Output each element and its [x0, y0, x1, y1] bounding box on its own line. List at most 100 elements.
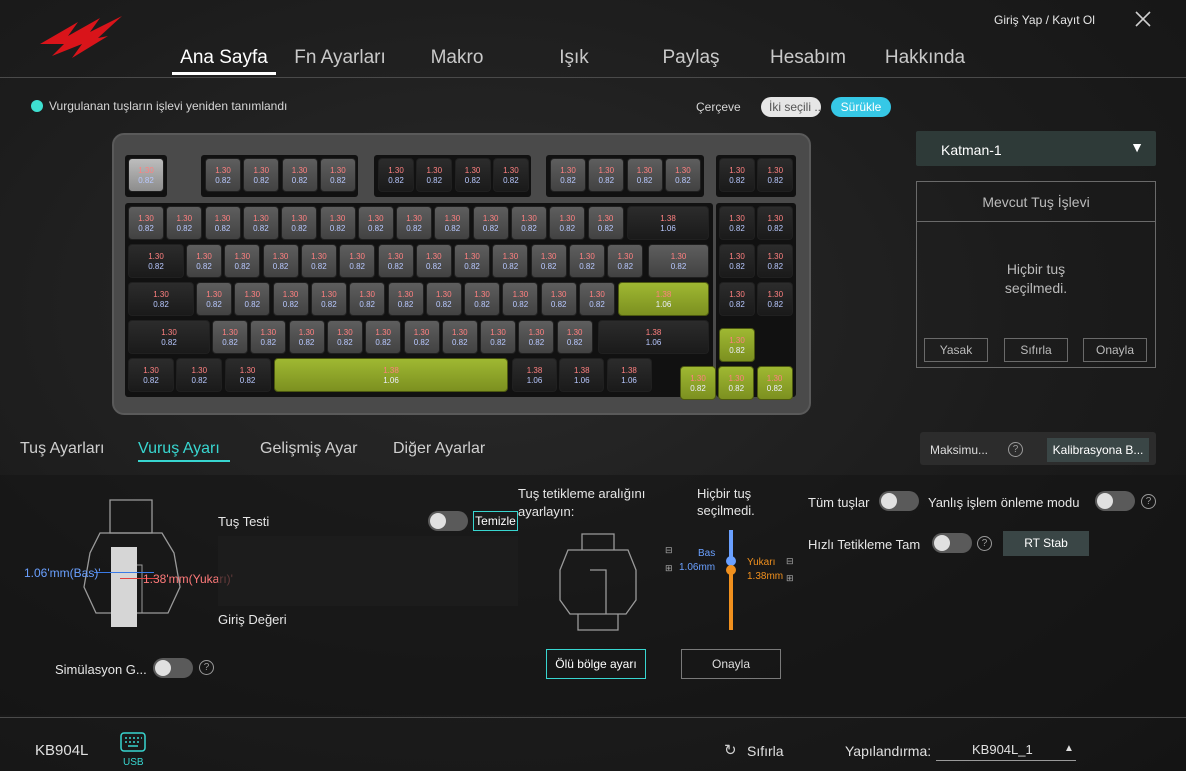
tab-stroke-settings[interactable]: Vuruş Ayarı: [138, 440, 220, 458]
key[interactable]: 1.30 0.82: [378, 158, 414, 192]
tab-advanced[interactable]: Gelişmiş Ayar: [260, 440, 358, 458]
key[interactable]: 1.30 0.82: [441, 320, 478, 354]
key[interactable]: 1.30 0.82: [128, 282, 194, 316]
forbid-button[interactable]: Yasak: [924, 338, 988, 362]
key[interactable]: 1.38 1.06: [559, 358, 605, 392]
key[interactable]: 1.30 0.82: [587, 206, 624, 240]
key[interactable]: 1.30 0.82: [224, 358, 271, 392]
confirm-button[interactable]: Onayla: [1083, 338, 1147, 362]
key[interactable]: 1.30 0.82: [396, 206, 433, 240]
rapid-trigger-toggle[interactable]: [932, 533, 972, 553]
drag-mode-pill[interactable]: Sürükle: [831, 97, 891, 117]
key[interactable]: 1.30 0.82: [128, 320, 210, 354]
key[interactable]: 1.30 0.82: [556, 320, 593, 354]
rt-stab-button[interactable]: RT Stab: [1003, 531, 1089, 556]
key[interactable]: 1.38 1.06: [606, 358, 652, 392]
key[interactable]: 1.38 1.06: [627, 206, 709, 240]
misop-toggle[interactable]: [1095, 491, 1135, 511]
key-test-area[interactable]: [218, 536, 518, 606]
key[interactable]: 1.30 0.82: [757, 206, 794, 240]
key[interactable]: 1.30 0.82: [454, 244, 491, 278]
key[interactable]: 1.30 0.82: [387, 282, 424, 316]
key[interactable]: 1.30 0.82: [530, 244, 567, 278]
key[interactable]: 1.30 0.82: [472, 206, 509, 240]
refresh-icon[interactable]: ↻: [724, 741, 737, 759]
key[interactable]: 1.38 1.06: [512, 358, 557, 392]
nav-makro[interactable]: Makro: [431, 47, 484, 69]
layer-dropdown[interactable]: Katman-1 ▼: [916, 131, 1156, 166]
key[interactable]: 1.30 0.82: [403, 320, 440, 354]
key[interactable]: 1.30 0.82: [757, 158, 794, 192]
simulation-toggle[interactable]: [153, 658, 193, 678]
reset-button[interactable]: Sıfırla: [1004, 338, 1068, 362]
key[interactable]: 1.30 0.82: [176, 358, 223, 392]
nav-hakkinda[interactable]: Hakkında: [885, 47, 965, 69]
key[interactable]: 1.30 0.82: [719, 282, 755, 316]
key[interactable]: 1.30 0.82: [234, 282, 271, 316]
key[interactable]: 1.30 0.82: [365, 320, 402, 354]
config-dropdown[interactable]: KB904L_1 ▲: [936, 741, 1076, 761]
key[interactable]: 1.30 0.82: [719, 206, 755, 240]
key-test-toggle[interactable]: [428, 511, 468, 531]
help-icon[interactable]: ?: [977, 536, 992, 551]
nav-hesabim[interactable]: Hesabım: [770, 47, 846, 69]
key[interactable]: 1.30 0.82: [128, 358, 174, 392]
key[interactable]: 1.30 0.82: [250, 320, 287, 354]
keyboard-icon[interactable]: [120, 732, 146, 752]
key[interactable]: 1.30 0.82: [212, 320, 248, 354]
nav-paylas[interactable]: Paylaş: [662, 47, 719, 69]
nav-isik[interactable]: Işık: [559, 47, 589, 69]
key[interactable]: 1.30 0.82: [319, 158, 356, 192]
calibration-button[interactable]: Kalibrasyona B...: [1047, 438, 1149, 462]
key[interactable]: 1.30 0.82: [549, 206, 586, 240]
help-icon[interactable]: ?: [1141, 494, 1156, 509]
dead-zone-button[interactable]: Ölü bölge ayarı: [546, 649, 646, 679]
key[interactable]: 1.30 0.82: [128, 158, 164, 192]
key[interactable]: 1.30 0.82: [718, 366, 755, 400]
close-icon[interactable]: [1131, 7, 1155, 31]
nav-ana-sayfa[interactable]: Ana Sayfa: [180, 47, 268, 69]
key[interactable]: 1.30 0.82: [664, 158, 701, 192]
key[interactable]: 1.30 0.82: [719, 328, 755, 362]
login-link[interactable]: Giriş Yap / Kayıt Ol: [994, 13, 1095, 27]
key[interactable]: 1.30 0.82: [300, 244, 337, 278]
key[interactable]: 1.30 0.82: [626, 158, 663, 192]
key[interactable]: 1.30 0.82: [648, 244, 709, 278]
key[interactable]: 1.30 0.82: [607, 244, 644, 278]
key[interactable]: 1.30 0.82: [550, 158, 586, 192]
minus-icon[interactable]: ⊟: [665, 545, 673, 556]
clear-button[interactable]: Temizle: [473, 511, 518, 531]
key[interactable]: 1.30 0.82: [128, 244, 184, 278]
key[interactable]: 1.30 0.82: [756, 366, 793, 400]
key[interactable]: 1.30 0.82: [204, 206, 241, 240]
key[interactable]: 1.30 0.82: [281, 206, 318, 240]
key[interactable]: 1.30 0.82: [205, 158, 241, 192]
key[interactable]: 1.30 0.82: [579, 282, 615, 316]
key[interactable]: 1.30 0.82: [339, 244, 376, 278]
key[interactable]: 1.30 0.82: [310, 282, 347, 316]
key[interactable]: 1.30 0.82: [224, 244, 261, 278]
key[interactable]: 1.30 0.82: [288, 320, 325, 354]
key[interactable]: 1.30 0.82: [281, 158, 318, 192]
key[interactable]: 1.30 0.82: [540, 282, 577, 316]
plus-icon[interactable]: ⊞: [786, 573, 794, 584]
key[interactable]: 1.38 1.06: [618, 282, 709, 316]
key[interactable]: 1.30 0.82: [196, 282, 232, 316]
key[interactable]: 1.30 0.82: [272, 282, 309, 316]
reset-footer-button[interactable]: Sıfırla: [747, 743, 784, 759]
key[interactable]: 1.30 0.82: [377, 244, 414, 278]
key[interactable]: 1.30 0.82: [242, 206, 279, 240]
key[interactable]: 1.30 0.82: [425, 282, 462, 316]
key[interactable]: 1.30 0.82: [166, 206, 203, 240]
key[interactable]: 1.38 1.06: [598, 320, 709, 354]
help-icon[interactable]: ?: [1008, 442, 1023, 457]
key[interactable]: 1.30 0.82: [416, 158, 453, 192]
key[interactable]: 1.30 0.82: [518, 320, 555, 354]
max-label[interactable]: Maksimu...: [930, 443, 988, 457]
key[interactable]: 1.30 0.82: [511, 206, 547, 240]
key[interactable]: 1.30 0.82: [464, 282, 501, 316]
all-keys-toggle[interactable]: [879, 491, 919, 511]
nav-fn-ayarlari[interactable]: Fn Ayarları: [294, 47, 386, 69]
key[interactable]: 1.30 0.82: [243, 158, 280, 192]
key[interactable]: 1.30 0.82: [434, 206, 471, 240]
